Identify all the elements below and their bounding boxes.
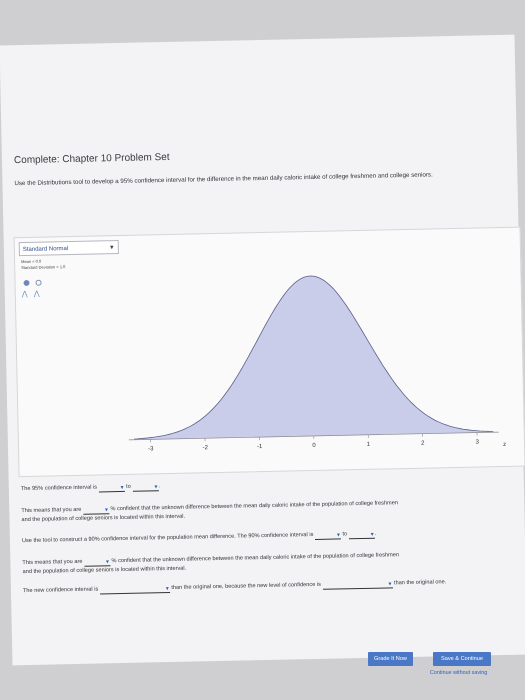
radio-option-2[interactable] <box>35 279 42 286</box>
x-tick-label: 1 <box>367 442 371 448</box>
question-90-meaning: This means that you are ▼ % confident th… <box>22 549 522 577</box>
dropdown-90-upper[interactable]: ▼ <box>348 530 375 540</box>
distributions-tool: Standard Normal ▼ Mean = 0.0 Standard De… <box>13 226 525 478</box>
q2-text-b: % confident that the unknown difference … <box>110 500 398 513</box>
q1-text: The 95% confidence interval is <box>20 484 98 493</box>
chevron-down-icon: ▼ <box>108 245 115 252</box>
x-axis-label: z <box>503 442 506 448</box>
radio-option-1[interactable] <box>23 279 30 287</box>
question-90-interval: Use the tool to construct a 90% confiden… <box>21 530 377 545</box>
question-95-meaning: This means that you are ▼ % confident th… <box>21 497 521 525</box>
question-95-interval: The 95% confidence interval is ▼ to ▼. <box>20 483 161 493</box>
x-tick-label: -3 <box>148 446 154 452</box>
dropdown-90-percent[interactable]: ▼ <box>83 558 111 567</box>
continue-without-saving-link[interactable]: Continue without saving <box>430 670 487 676</box>
q4-text-a: This means that you are <box>22 558 83 567</box>
dropdown-95-percent[interactable]: ▼ <box>82 506 109 515</box>
dropdown-90-lower[interactable]: ▼ <box>314 531 342 540</box>
curve-area <box>134 276 494 440</box>
x-tick-label: 2 <box>421 441 425 447</box>
q5-text-c: than the original one. <box>393 579 447 587</box>
q2-text-a: This means that you are <box>21 506 82 515</box>
q5-text-a: The new confidence interval is <box>22 586 99 595</box>
sd-label: Standard Deviation = 1.0 <box>21 264 66 271</box>
dropdown-95-lower[interactable]: ▼ <box>98 483 125 493</box>
q3-text: Use the tool to construct a 90% confiden… <box>21 531 314 545</box>
left-tail-icon[interactable]: ⋀ <box>22 290 28 298</box>
x-tick-label: 0 <box>312 443 316 449</box>
page-title: Complete: Chapter 10 Problem Set <box>13 151 170 167</box>
q5-text-b: than the original one, because the new l… <box>171 581 321 591</box>
x-tick-label: 3 <box>475 439 479 445</box>
dropdown-width-compare[interactable]: ▼ <box>99 585 170 595</box>
q4-text-b: % confident that the unknown difference … <box>111 552 400 565</box>
x-tick-label: -2 <box>202 445 208 451</box>
grade-it-now-button[interactable]: Grade It Now <box>368 652 413 666</box>
normal-distribution-chart: -3 -2 -1 0 1 2 3 z <box>128 275 506 452</box>
save-continue-button[interactable]: Save & Continue <box>433 652 491 666</box>
q2-text-c: and the population of college seniors is… <box>21 513 186 524</box>
distribution-select-value: Standard Normal <box>22 246 69 254</box>
q1-to: to <box>126 483 131 490</box>
distribution-select[interactable]: Standard Normal ▼ <box>18 240 119 257</box>
dropdown-95-upper[interactable]: ▼ <box>132 483 159 492</box>
q3-to: to <box>342 531 348 538</box>
q4-text-c: and the population of college seniors is… <box>22 565 187 576</box>
x-tick-label: -1 <box>257 444 263 450</box>
two-tail-icon[interactable]: ⋀ <box>34 290 40 298</box>
instructions-text: Use the Distributions tool to develop a … <box>14 171 433 188</box>
mean-label: Mean = 0.0 <box>21 258 42 265</box>
screen-area: Complete: Chapter 10 Problem Set Use the… <box>0 34 525 666</box>
dropdown-level-compare[interactable]: ▼ <box>322 580 393 590</box>
question-compare: The new confidence interval is ▼ than th… <box>23 577 523 596</box>
